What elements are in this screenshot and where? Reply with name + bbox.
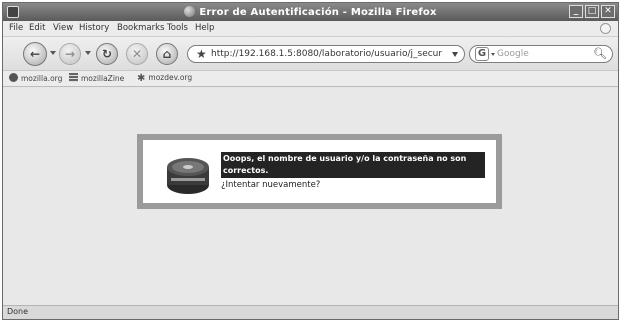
url-text[interactable]: http://192.168.1.5:8080/laboratorio/usua… [211,49,443,59]
mozillazine-icon [69,73,78,82]
close-button[interactable]: ✕ [601,5,615,18]
stop-button[interactable]: ✕ [126,43,148,65]
page-content: Ooops, el nombre de usuario y/o la contr… [3,88,618,305]
bookmark-label: mozilla.org [21,74,63,83]
back-history-dropdown-icon[interactable] [50,51,56,55]
bookmarks-toolbar: mozilla.org mozillaZine ✱ mozdev.org [3,71,618,87]
home-button[interactable]: ⌂ [156,43,178,65]
url-history-dropdown-icon[interactable] [452,52,458,57]
hard-disk-icon [167,158,209,194]
browser-window: Error de Autentificación - Mozilla Firef… [2,2,619,320]
title-bar: Error de Autentificación - Mozilla Firef… [3,3,618,21]
search-engine-icon[interactable]: G [475,47,489,61]
search-engine-dropdown-icon[interactable] [491,53,495,56]
menu-tools[interactable]: Tools [167,23,188,33]
search-icon[interactable]: 🔍︎ [593,47,607,60]
search-placeholder[interactable]: Google [497,49,529,59]
error-box: Ooops, el nombre de usuario y/o la contr… [143,140,496,203]
forward-history-dropdown-icon[interactable] [85,51,91,55]
back-button[interactable]: ← [23,42,47,66]
minimize-button[interactable]: _ [569,5,583,18]
mozdev-icon: ✱ [137,73,146,84]
window-title-wrap: Error de Autentificación - Mozilla Firef… [3,6,618,18]
menu-view[interactable]: View [53,23,73,33]
menu-file[interactable]: File [9,23,23,33]
bookmark-item-mozillazine[interactable]: mozillaZine [69,73,124,83]
window-title: Error de Autentificación - Mozilla Firef… [199,7,437,18]
bookmark-star-icon[interactable]: ★ [196,47,207,61]
error-message: Ooops, el nombre de usuario y/o la contr… [221,152,485,178]
status-bar: Done [3,305,618,319]
navigation-toolbar: ← → ↻ ✕ ⌂ ★ http://192.168.1.5:8080/labo… [3,37,618,71]
mozilla-icon [9,73,18,82]
forward-button[interactable]: → [59,43,81,65]
firefox-icon [184,6,196,17]
menu-help[interactable]: Help [195,23,214,33]
throbber-icon [600,23,611,34]
search-bar[interactable]: G Google 🔍︎ [469,45,613,63]
error-box-frame: Ooops, el nombre de usuario y/o la contr… [137,134,502,209]
bookmark-label: mozdev.org [148,73,193,82]
bookmark-item-mozdev[interactable]: ✱ mozdev.org [137,73,193,84]
menu-history[interactable]: History [79,23,109,33]
menu-bar: File Edit View History Bookmarks Tools H… [3,21,618,37]
window-controls: _ □ ✕ [569,5,615,18]
bookmark-item-mozilla[interactable]: mozilla.org [9,73,62,83]
reload-button[interactable]: ↻ [96,43,118,65]
url-bar[interactable]: ★ http://192.168.1.5:8080/laboratorio/us… [187,45,465,63]
maximize-button[interactable]: □ [585,5,599,18]
retry-link[interactable]: ¿Intentar nuevamente? [221,180,320,190]
status-text: Done [7,307,29,316]
bookmark-label: mozillaZine [81,74,125,83]
menu-bookmarks[interactable]: Bookmarks [117,23,165,33]
menu-edit[interactable]: Edit [29,23,45,33]
